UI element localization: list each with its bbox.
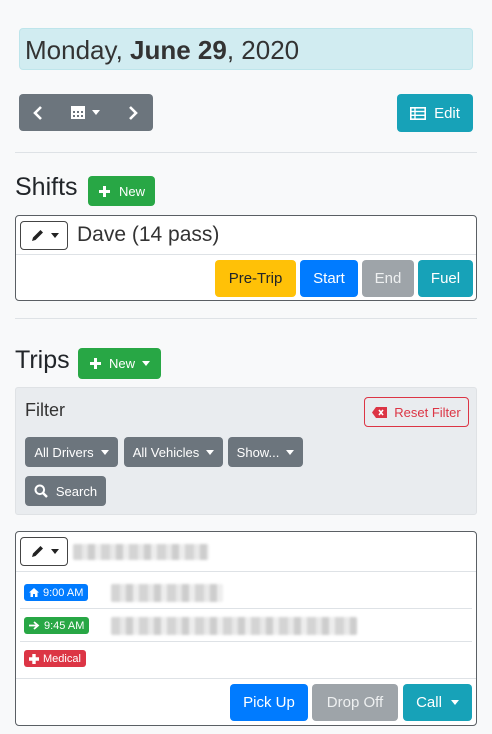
- row-divider: [20, 608, 472, 609]
- prev-day-button[interactable]: [19, 94, 57, 131]
- redacted-pickup-address: [111, 584, 223, 602]
- drop-off-button[interactable]: Drop Off: [312, 684, 398, 721]
- search-icon: [34, 484, 48, 498]
- home-icon: [29, 588, 39, 597]
- row-divider: [20, 641, 472, 642]
- filter-panel: Filter Reset Filter All Drivers All Vehi…: [15, 387, 477, 515]
- card-divider: [16, 571, 476, 572]
- backspace-x-icon: [372, 406, 388, 418]
- filter-title: Filter: [25, 400, 65, 420]
- date-weekday: Monday,: [25, 35, 131, 65]
- call-label: Call: [416, 694, 442, 711]
- calendar-icon: [71, 106, 85, 119]
- date-year: , 2020: [226, 35, 300, 65]
- vehicles-filter-label: All Vehicles: [132, 444, 200, 460]
- new-trip-label: New: [108, 356, 135, 371]
- drivers-filter-label: All Drivers: [34, 444, 94, 460]
- trip-actions-dropdown[interactable]: [20, 537, 68, 566]
- new-trip-dropdown-button[interactable]: New: [78, 348, 161, 379]
- calendar-dropdown-button[interactable]: [57, 94, 113, 131]
- redacted-dropoff-address: [111, 617, 357, 635]
- redacted-passenger-name: [73, 544, 209, 560]
- medical-cross-icon: [29, 653, 39, 664]
- date-month-day: June 29: [130, 35, 227, 65]
- end-button[interactable]: End: [362, 260, 414, 297]
- chevron-down-icon: [50, 549, 59, 554]
- pretrip-button[interactable]: Pre-Trip: [215, 260, 296, 297]
- reset-filter-label: Reset Filter: [394, 404, 461, 420]
- medical-tag-badge: Medical: [24, 650, 86, 667]
- divider: [15, 152, 477, 153]
- chevron-down-icon: [450, 700, 459, 705]
- show-filter-label: Show...: [236, 444, 280, 460]
- reset-filter-button[interactable]: Reset Filter: [364, 397, 469, 427]
- card-divider: [16, 678, 476, 679]
- plus-icon: [98, 185, 110, 197]
- shifts-title: Shifts: [15, 173, 78, 201]
- pickup-time: 9:00 AM: [43, 586, 84, 599]
- chevron-down-icon: [286, 449, 295, 455]
- edit-label: Edit: [434, 104, 460, 122]
- new-shift-button[interactable]: New: [88, 176, 155, 206]
- date-header: Monday, June 29, 2020: [19, 28, 473, 70]
- shift-actions-dropdown[interactable]: [20, 221, 68, 250]
- divider: [15, 318, 477, 319]
- pencil-icon: [31, 230, 43, 241]
- pickup-time-badge: 9:00 AM: [24, 584, 89, 601]
- chevron-right-icon: [129, 105, 138, 120]
- drivers-filter-dropdown[interactable]: All Drivers: [25, 437, 118, 467]
- dropoff-time-badge: 9:45 AM: [24, 617, 90, 634]
- card-divider: [16, 254, 476, 255]
- search-button[interactable]: Search: [25, 476, 106, 506]
- list-icon: [410, 106, 427, 120]
- pencil-icon: [31, 546, 43, 557]
- show-filter-dropdown[interactable]: Show...: [228, 437, 303, 467]
- chevron-down-icon: [50, 233, 59, 238]
- vehicles-filter-dropdown[interactable]: All Vehicles: [124, 437, 223, 467]
- next-day-button[interactable]: [113, 94, 153, 131]
- chevron-down-icon: [142, 361, 150, 366]
- trips-title: Trips: [15, 346, 70, 374]
- medical-tag: Medical: [43, 652, 81, 665]
- fuel-button[interactable]: Fuel: [418, 260, 473, 297]
- pick-up-button[interactable]: Pick Up: [230, 684, 308, 721]
- chevron-down-icon: [92, 110, 100, 115]
- chevron-down-icon: [100, 449, 109, 455]
- date-nav-group: [19, 94, 153, 131]
- call-dropdown-button[interactable]: Call: [403, 684, 472, 721]
- shift-card: Dave (14 pass) Pre-Trip Start End Fuel: [15, 215, 477, 301]
- search-label: Search: [55, 483, 98, 499]
- chevron-left-icon: [33, 105, 42, 120]
- dropoff-time: 9:45 AM: [44, 619, 85, 632]
- edit-button[interactable]: Edit: [397, 94, 473, 132]
- plus-icon: [89, 358, 101, 369]
- new-shift-label: New: [118, 183, 145, 199]
- chevron-down-icon: [206, 449, 215, 455]
- arrow-right-icon: [29, 621, 40, 630]
- shift-driver-name: Dave (14 pass): [77, 223, 220, 246]
- start-button[interactable]: Start: [300, 260, 358, 297]
